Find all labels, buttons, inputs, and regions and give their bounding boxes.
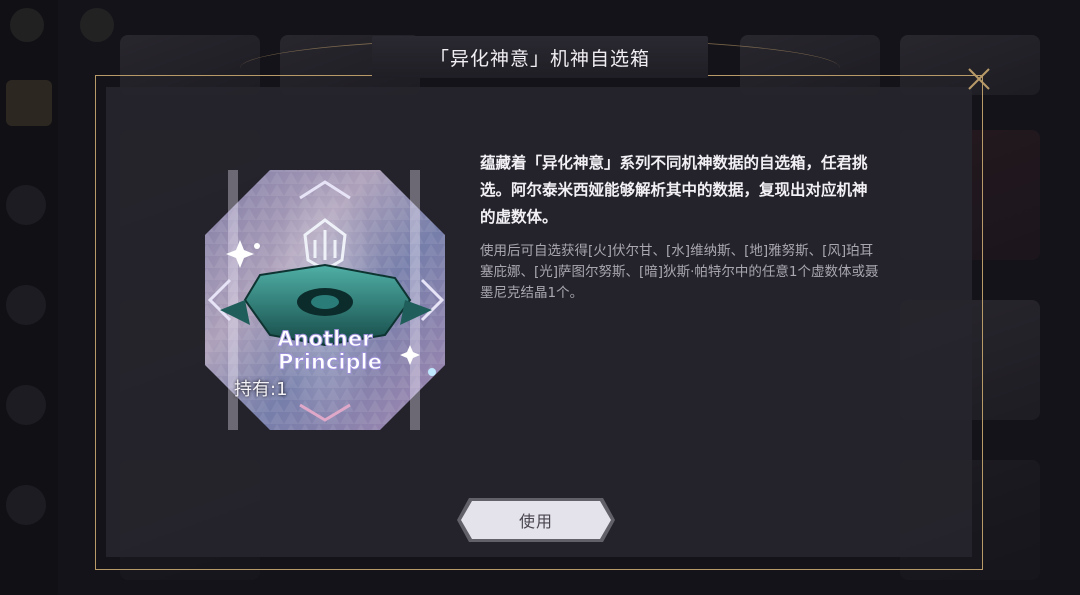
dialog-title-plate: 「异化神意」机神自选箱 bbox=[372, 36, 708, 78]
use-button-label: 使用 bbox=[518, 512, 553, 531]
owned-count: 持有:1 bbox=[234, 379, 288, 400]
dialog-title: 「异化神意」机神自选箱 bbox=[429, 47, 650, 70]
item-name-art-line1: Another bbox=[277, 327, 373, 351]
close-button[interactable] bbox=[962, 62, 996, 96]
item-name-art-line2: Principle bbox=[278, 350, 382, 374]
item-usage-note: 使用后可自选获得[火]伏尔甘、[水]维纳斯、[地]雅努斯、[风]珀耳塞庇娜、[光… bbox=[480, 243, 879, 301]
item-description: 蕴藏着「异化神意」系列不同机神数据的自选箱，任君挑选。阿尔泰米西娅能够解析其中的… bbox=[480, 154, 868, 226]
use-button[interactable]: 使用 bbox=[455, 496, 617, 544]
close-icon bbox=[968, 68, 990, 90]
